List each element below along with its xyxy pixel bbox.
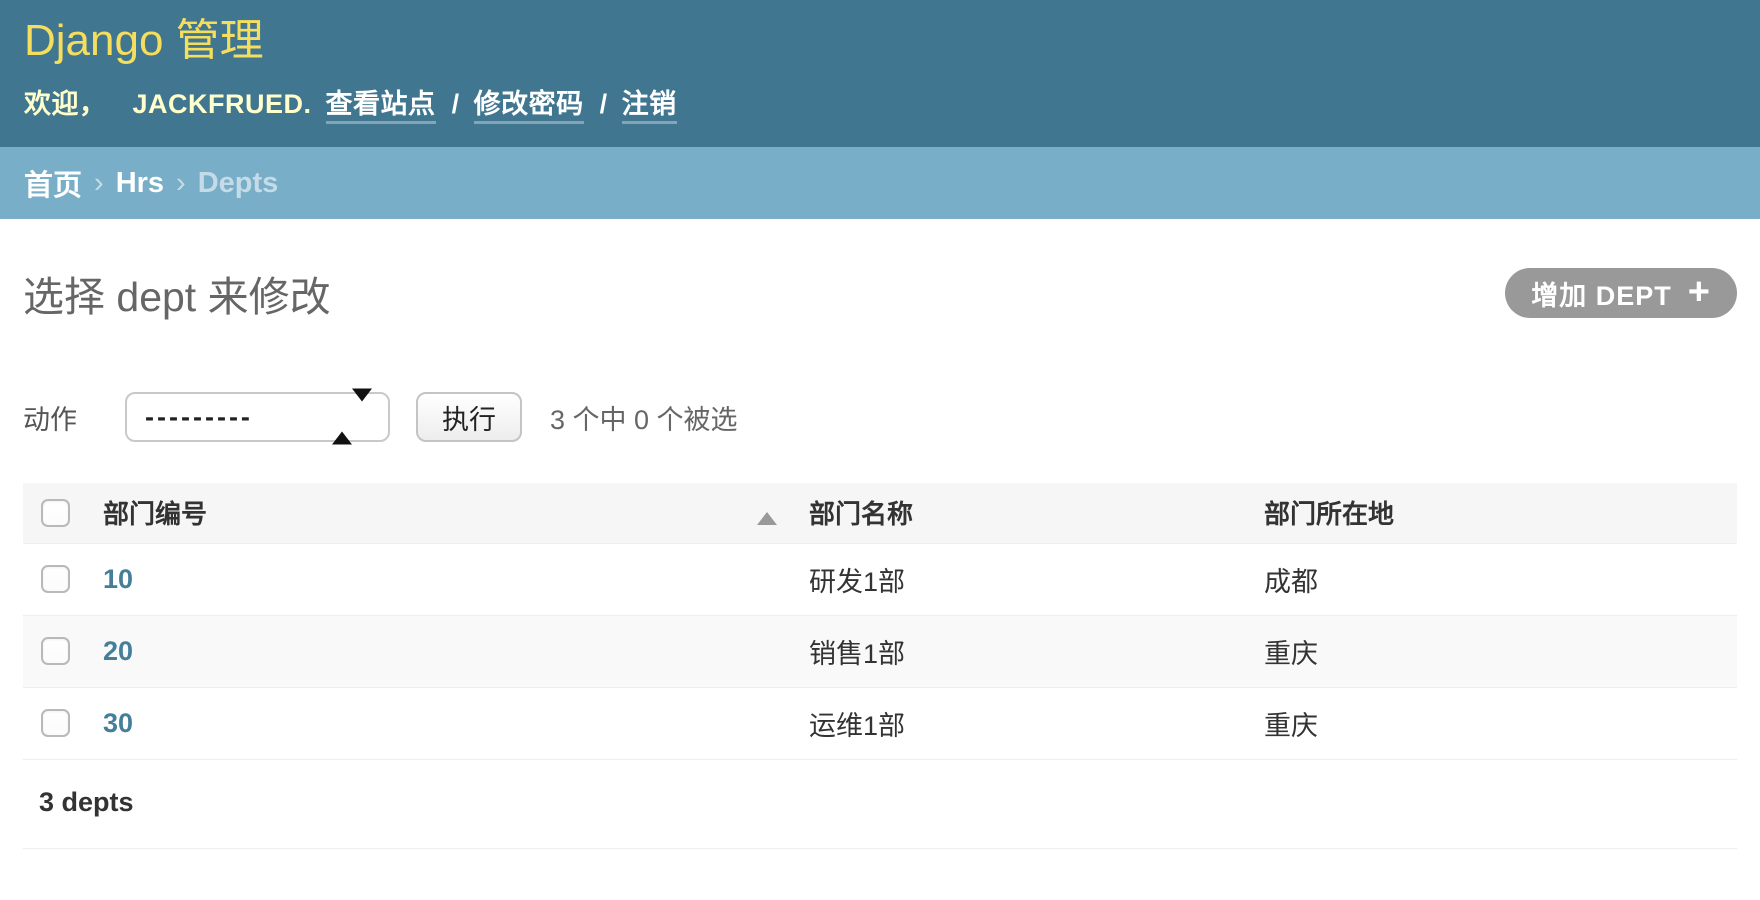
view-site-link[interactable]: 查看站点	[326, 89, 436, 124]
link-separator: /	[600, 89, 608, 119]
actions-bar: 动作 --------- 执行 3 个中 0 个被选	[23, 391, 1737, 443]
logout-link[interactable]: 注销	[622, 89, 677, 124]
site-branding[interactable]: Django 管理	[24, 16, 1736, 67]
dept-name-cell: 运维1部	[793, 687, 1248, 759]
row-checkbox[interactable]	[41, 709, 70, 737]
table-row: 10 研发1部 成都	[23, 543, 1737, 615]
row-checkbox[interactable]	[41, 637, 70, 665]
add-dept-button-label: 增加 DEPT	[1531, 274, 1672, 313]
action-label: 动作	[23, 398, 77, 437]
dept-id-link[interactable]: 30	[103, 708, 133, 738]
breadcrumb-separator: ›	[176, 167, 186, 200]
change-password-link[interactable]: 修改密码	[474, 89, 584, 124]
select-stepper-icon	[332, 402, 372, 433]
add-dept-button[interactable]: 增加 DEPT +	[1505, 268, 1737, 318]
breadcrumb-home-link[interactable]: 首页	[24, 162, 82, 204]
column-header-dept-name[interactable]: 部门名称	[793, 483, 1248, 543]
admin-header: Django 管理 欢迎， JACKFRUED. 查看站点 / 修改密码 / 注…	[0, 0, 1760, 147]
dept-id-link[interactable]: 20	[103, 636, 133, 666]
select-all-header-cell	[23, 483, 87, 543]
table-row: 30 运维1部 重庆	[23, 687, 1737, 759]
dept-id-link[interactable]: 10	[103, 564, 133, 594]
action-select-value: ---------	[145, 402, 253, 433]
table-header-row: 部门编号 部门名称 部门所在地	[23, 483, 1737, 543]
action-select[interactable]: ---------	[125, 392, 390, 442]
content-header: 选择 dept 来修改 增加 DEPT +	[23, 267, 1737, 319]
breadcrumb-current: Depts	[198, 167, 279, 200]
result-count: 3 depts	[23, 760, 1737, 849]
execute-button[interactable]: 执行	[416, 392, 522, 442]
dept-name-cell: 研发1部	[793, 543, 1248, 615]
username: JACKFRUED.	[133, 89, 312, 119]
dept-location-cell: 成都	[1248, 543, 1737, 615]
selection-counter: 3 个中 0 个被选	[550, 398, 738, 437]
row-checkbox[interactable]	[41, 565, 70, 593]
breadcrumb-separator: ›	[94, 167, 104, 200]
welcome-text: 欢迎，	[24, 89, 107, 119]
table-row: 20 销售1部 重庆	[23, 615, 1737, 687]
breadcrumb-app-link[interactable]: Hrs	[116, 167, 164, 200]
breadcrumb: 首页 › Hrs › Depts	[0, 147, 1760, 219]
column-header-dept-location[interactable]: 部门所在地	[1248, 483, 1737, 543]
page-title: 选择 dept 来修改	[23, 263, 331, 323]
user-tools: 欢迎， JACKFRUED. 查看站点 / 修改密码 / 注销	[24, 82, 1736, 121]
dept-result-table: 部门编号 部门名称 部门所在地 10 研发1部 成都 20 销售1部 重庆	[23, 483, 1737, 760]
link-separator: /	[452, 89, 460, 119]
dept-location-cell: 重庆	[1248, 687, 1737, 759]
column-header-dept-id[interactable]: 部门编号	[87, 483, 793, 543]
select-all-checkbox[interactable]	[41, 499, 70, 527]
dept-location-cell: 重庆	[1248, 615, 1737, 687]
dept-name-cell: 销售1部	[793, 615, 1248, 687]
sort-ascending-icon[interactable]	[757, 512, 777, 525]
content-area: 选择 dept 来修改 增加 DEPT + 动作 --------- 执行 3 …	[0, 267, 1760, 849]
